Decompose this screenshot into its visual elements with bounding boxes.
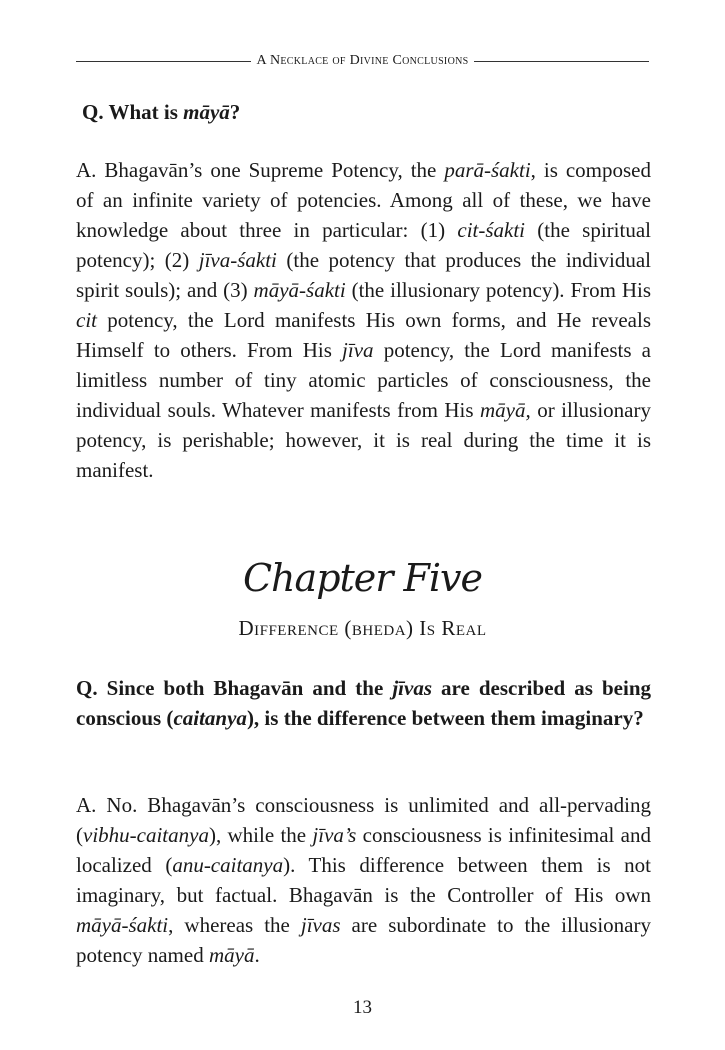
chapter-subtitle: Difference (bheda) Is Real	[238, 616, 487, 640]
running-head: A Necklace of Divine Conclusions	[76, 50, 650, 72]
answer-text: ), while the	[208, 823, 313, 847]
sanskrit-term: jīva’s	[312, 823, 357, 847]
answer-text: , whereas the	[168, 913, 301, 937]
answer-maya: A. Bhagavān’s one Supreme Potency, the p…	[76, 155, 651, 485]
sanskrit-term: māyā	[208, 943, 255, 967]
running-head-title: A Necklace of Divine Conclusions	[256, 53, 469, 68]
sanskrit-term: caitanya	[173, 706, 247, 730]
header-rule-right	[474, 60, 650, 62]
sanskrit-term: māyā-śakti	[253, 278, 346, 302]
sanskrit-term: cit	[76, 308, 97, 332]
sanskrit-term: cit-śakti	[457, 218, 526, 242]
answer-text: (the illusionary potency). From His	[345, 278, 652, 302]
sanskrit-term: jīva-śakti	[198, 248, 277, 272]
q1-mark: ?	[229, 100, 241, 124]
sanskrit-term: māyā-śakti	[76, 913, 169, 937]
sanskrit-term: jīva	[342, 338, 374, 362]
page-number: 13	[353, 997, 372, 1018]
q1-text: Q. What is	[82, 100, 184, 124]
question-difference: Q. Since both Bhagavān and the jīvas are…	[76, 673, 651, 733]
book-page: A Necklace of Divine Conclusions Q. What…	[0, 0, 725, 1050]
question-text: Q. Since both Bhagavān and the	[76, 676, 393, 700]
question-what-is-maya: Q. What is māyā?	[82, 97, 657, 127]
sanskrit-term: vibhu-caitanya	[83, 823, 209, 847]
answer-text: A. Bhagavān’s one Supreme Potency, the	[76, 158, 445, 182]
answer-text: .	[254, 943, 260, 967]
sanskrit-term: jīvas	[392, 676, 432, 700]
answer-difference: A. No. Bhagavān’s consciousness is unlim…	[76, 790, 651, 970]
header-rule-left	[76, 60, 251, 62]
q1-term: māyā	[183, 100, 230, 124]
sanskrit-term: anu-caitanya	[172, 853, 284, 877]
sanskrit-term: māyā,	[480, 398, 531, 422]
chapter-title: Chapter Five	[242, 556, 483, 600]
question-text: ), is the difference between them imagin…	[246, 706, 644, 730]
sanskrit-term: jīvas	[300, 913, 341, 937]
sanskrit-term: parā-śakti	[444, 158, 531, 182]
